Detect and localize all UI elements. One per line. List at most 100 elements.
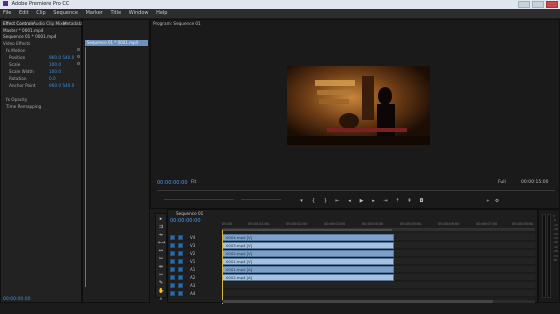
- hand-tool-icon[interactable]: ✋: [158, 288, 164, 294]
- rotation-value[interactable]: 0.0: [49, 76, 56, 82]
- effect-controls-timecode[interactable]: 00:00:00:00: [3, 297, 30, 302]
- zoom-tool-icon[interactable]: ⌕: [158, 296, 164, 302]
- menu-help[interactable]: Help: [156, 10, 167, 16]
- timeline-clip[interactable]: 0002.mp4 [A]: [222, 274, 394, 281]
- source-patch[interactable]: [170, 267, 175, 272]
- track-lane-v3[interactable]: 0003.mp4 [V]: [222, 242, 535, 249]
- menu-title[interactable]: Title: [110, 10, 121, 16]
- track-select-tool-icon[interactable]: ⇉: [158, 224, 164, 230]
- go-to-out-icon[interactable]: ⇥: [383, 199, 388, 204]
- timeline-clip[interactable]: 0004.mp4 [V]: [222, 234, 394, 241]
- rate-stretch-tool-icon[interactable]: ↔: [158, 248, 164, 254]
- opacity-effect[interactable]: fx Opacity: [6, 97, 27, 103]
- ripple-edit-tool-icon[interactable]: ⟛: [158, 232, 164, 238]
- track-header-a1: A1: [168, 266, 220, 273]
- time-remapping[interactable]: Time Remapping: [6, 104, 41, 110]
- select-tool-icon[interactable]: ▸: [158, 216, 164, 222]
- close-button[interactable]: [546, 1, 558, 8]
- timeline-ruler[interactable]: 00:00 00:00:01:00 00:00:02:00 00:00:03:0…: [222, 222, 535, 229]
- track-lane-a2[interactable]: 0002.mp4 [A]: [222, 274, 535, 281]
- zoom-bar-thumb[interactable]: [222, 229, 392, 231]
- quality-select[interactable]: Full: [498, 180, 506, 185]
- position-value[interactable]: 960.0 540.0: [49, 55, 74, 61]
- timeline-zoom-bar[interactable]: [222, 229, 535, 231]
- step-forward-icon[interactable]: ▸: [371, 199, 376, 204]
- timeline-clip[interactable]: 0001.mp4 [A]: [222, 266, 394, 273]
- program-timecode[interactable]: 00:00:00:00: [157, 180, 188, 186]
- export-frame-icon[interactable]: ◘: [419, 199, 424, 204]
- track-lane-a1[interactable]: 0001.mp4 [A]: [222, 266, 535, 273]
- minimize-button[interactable]: [518, 1, 530, 8]
- track-header-v1: V1: [168, 258, 220, 265]
- razor-tool-icon[interactable]: ✂: [158, 256, 164, 262]
- source-patch[interactable]: [170, 251, 175, 256]
- play-icon[interactable]: ▶: [359, 199, 364, 204]
- add-marker-icon[interactable]: ▾: [299, 199, 304, 204]
- menu-sequence[interactable]: Sequence: [53, 10, 78, 16]
- track-target[interactable]: [178, 259, 183, 264]
- track-target[interactable]: [178, 251, 183, 256]
- track-target[interactable]: [178, 243, 183, 248]
- go-to-in-icon[interactable]: ⇤: [335, 199, 340, 204]
- track-target[interactable]: [178, 267, 183, 272]
- menu-edit[interactable]: Edit: [19, 10, 29, 16]
- timeline-sequence-tab[interactable]: Sequence 01: [176, 211, 203, 216]
- effect-playhead[interactable]: [85, 47, 86, 287]
- timeline-clip[interactable]: 0001.mp4 [V]: [222, 258, 394, 265]
- ruler-label: 00:00:01:00: [248, 222, 270, 226]
- menu-file[interactable]: File: [3, 10, 11, 16]
- sequence-clip-label: Sequence 01 * 0001.mp4: [3, 34, 57, 39]
- track-lane-a4[interactable]: [222, 290, 535, 297]
- source-patch[interactable]: [170, 235, 175, 240]
- scale-label: Scale: [9, 62, 21, 67]
- source-patch[interactable]: [170, 243, 175, 248]
- program-scrubber[interactable]: [157, 190, 555, 191]
- settings-icon[interactable]: ⚙: [495, 199, 499, 204]
- scale-width-value[interactable]: 100.0: [49, 69, 61, 75]
- scale-value[interactable]: 100.0: [49, 62, 61, 68]
- transport-controls: ▾ { } ⇤ ◂ ▶ ▸ ⇥ ⇡ ⇞ ◘: [299, 199, 424, 204]
- step-back-icon[interactable]: ◂: [347, 199, 352, 204]
- rolling-edit-tool-icon[interactable]: ⟷: [158, 240, 165, 246]
- premiere-app-icon: [3, 1, 8, 6]
- source-patch[interactable]: [170, 259, 175, 264]
- anchor-point-value[interactable]: 960.0 540.0: [49, 83, 74, 89]
- mark-out-icon[interactable]: }: [323, 199, 328, 204]
- source-patch[interactable]: [170, 283, 175, 288]
- lift-icon[interactable]: ⇡: [395, 199, 400, 204]
- extract-icon[interactable]: ⇞: [407, 199, 412, 204]
- track-lane-v4[interactable]: 0004.mp4 [V]: [222, 234, 535, 241]
- track-lane-v1[interactable]: 0001.mp4 [V]: [222, 258, 535, 265]
- track-lane-a3[interactable]: [222, 282, 535, 289]
- timeline-clip[interactable]: 0003.mp4 [V]: [222, 242, 394, 249]
- maximize-button[interactable]: [532, 1, 544, 8]
- menu-marker[interactable]: Marker: [86, 10, 103, 16]
- reset-icon[interactable]: [77, 62, 80, 65]
- timeline-scrollbar-thumb[interactable]: [223, 300, 493, 303]
- timeline-scrollbar[interactable]: [222, 300, 535, 303]
- motion-effect[interactable]: fx Motion: [6, 48, 25, 54]
- track-target[interactable]: [178, 291, 183, 296]
- timeline-clip[interactable]: 0002.mp4 [V]: [222, 250, 394, 257]
- menu-window[interactable]: Window: [129, 10, 149, 16]
- track-lane-v2[interactable]: 0002.mp4 [V]: [222, 250, 535, 257]
- pen-tool-icon[interactable]: ✎: [158, 280, 164, 286]
- track-target[interactable]: [178, 283, 183, 288]
- timeline-playhead[interactable]: [222, 230, 223, 304]
- slip-tool-icon[interactable]: ⇹: [158, 264, 164, 270]
- program-monitor-tab[interactable]: Program: Sequence 01: [153, 20, 201, 27]
- reset-icon[interactable]: [77, 48, 80, 51]
- timeline-timecode[interactable]: 00:00:00:00: [170, 218, 201, 224]
- track-target[interactable]: [178, 235, 183, 240]
- slide-tool-icon[interactable]: ⇿: [158, 272, 164, 278]
- ruler-label: 00:00:06:00: [438, 222, 460, 226]
- reset-icon[interactable]: [77, 55, 80, 58]
- source-patch[interactable]: [170, 275, 175, 280]
- fit-select[interactable]: Fit: [191, 180, 196, 185]
- source-patch[interactable]: [170, 291, 175, 296]
- effect-clip-chip[interactable]: Sequence 01 * 0001.mp4: [85, 40, 148, 46]
- mark-in-icon[interactable]: {: [311, 199, 316, 204]
- button-editor-icon[interactable]: +: [486, 199, 490, 204]
- track-target[interactable]: [178, 275, 183, 280]
- menu-clip[interactable]: Clip: [36, 10, 45, 16]
